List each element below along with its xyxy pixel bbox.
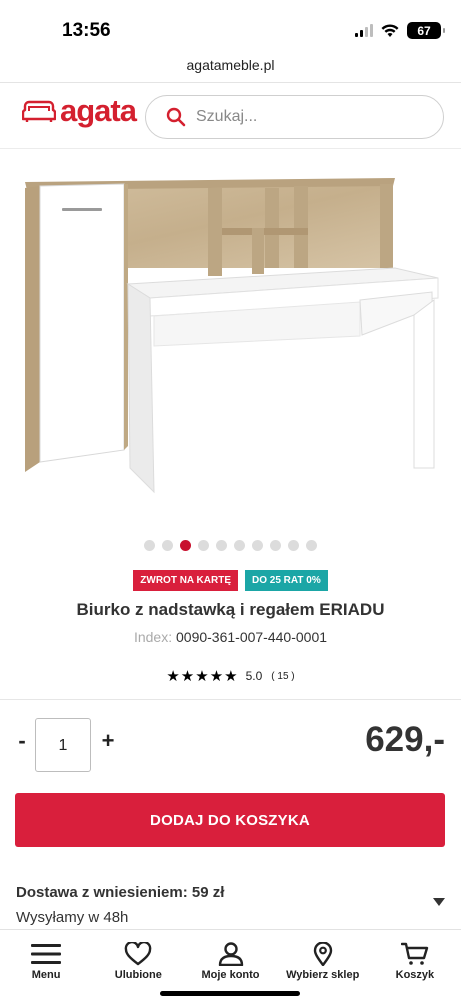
user-icon (218, 942, 243, 966)
nav-account-label: Moje konto (201, 969, 260, 981)
carousel-dot[interactable] (144, 540, 155, 551)
quantity-decrease-button[interactable]: - (15, 728, 29, 754)
menu-icon (31, 944, 62, 964)
heart-icon (125, 942, 152, 966)
status-bar: 13:56 67 (0, 0, 461, 52)
carousel-dot[interactable] (306, 540, 317, 551)
nav-favorites[interactable]: Ulubione (92, 930, 184, 999)
wifi-icon (381, 23, 399, 37)
rating-value: 5.0 (245, 669, 263, 683)
carousel-dot[interactable] (198, 540, 209, 551)
carousel-dots (0, 540, 461, 551)
product-price: 629,- (365, 720, 445, 759)
section-divider (0, 699, 461, 700)
carousel-dot[interactable] (252, 540, 263, 551)
rating-count: ( 15 ) (271, 670, 295, 682)
nav-favorites-label: Ulubione (114, 969, 162, 981)
carousel-dot[interactable] (216, 540, 227, 551)
product-rating[interactable]: ★★★★★ 5.0 ( 15 ) (0, 667, 461, 685)
search-placeholder: Szukaj... (196, 108, 258, 125)
product-index: Index: 0090-361-007-440-0001 (0, 629, 461, 645)
index-value: 0090-361-007-440-0001 (176, 629, 328, 645)
nav-account[interactable]: Moje konto (184, 930, 276, 999)
status-icons: 67 (355, 22, 445, 39)
location-pin-icon (313, 942, 332, 966)
signal-icon (355, 24, 373, 37)
carousel-dot[interactable] (180, 540, 191, 551)
product-image[interactable] (0, 150, 461, 530)
product-title: Biurko z nadstawką i regałem ERIADU (76, 600, 385, 619)
nav-cart[interactable]: Koszyk (369, 930, 461, 999)
quantity-input[interactable]: 1 (35, 718, 91, 772)
quantity-increase-button[interactable]: + (99, 728, 117, 754)
carousel-dot[interactable] (288, 540, 299, 551)
nav-cart-label: Koszyk (395, 969, 435, 981)
battery-icon: 67 (407, 22, 445, 39)
nav-store-label: Wybierz sklep (286, 969, 360, 981)
bottom-nav: Menu Ulubione Moje konto Wybierz sklep K… (0, 929, 461, 999)
carousel-dot[interactable] (270, 540, 281, 551)
logo[interactable]: agata (22, 93, 137, 129)
badges: ZWROT NA KARTĘ DO 25 RAT 0% (0, 570, 461, 591)
add-to-cart-button[interactable]: DODAJ DO KOSZYKA (15, 793, 445, 847)
logo-text: agata (60, 93, 137, 128)
browser-url[interactable]: agatameble.pl (0, 52, 461, 82)
chevron-down-icon[interactable] (433, 898, 445, 906)
star-rating-icon: ★★★★★ (166, 668, 239, 685)
cart-icon (400, 942, 429, 965)
home-indicator (160, 991, 300, 996)
badge-refund-card[interactable]: ZWROT NA KARTĘ (133, 570, 238, 591)
nav-store[interactable]: Wybierz sklep (277, 930, 369, 999)
badge-installments[interactable]: DO 25 RAT 0% (245, 570, 328, 591)
carousel-dot[interactable] (162, 540, 173, 551)
logo-sofa-icon (22, 100, 56, 122)
delivery-title: Dostawa z wniesieniem: 59 zł (16, 884, 225, 901)
site-header: agata Szukaj... (0, 83, 461, 149)
nav-menu-label: Menu (31, 969, 61, 981)
carousel-dot[interactable] (234, 540, 245, 551)
nav-menu[interactable]: Menu (0, 930, 92, 999)
status-time: 13:56 (62, 20, 111, 41)
search-input[interactable]: Szukaj... (145, 95, 444, 139)
search-icon (166, 107, 186, 127)
index-label: Index: (133, 629, 173, 645)
delivery-subtitle: Wysyłamy w 48h (16, 909, 129, 926)
